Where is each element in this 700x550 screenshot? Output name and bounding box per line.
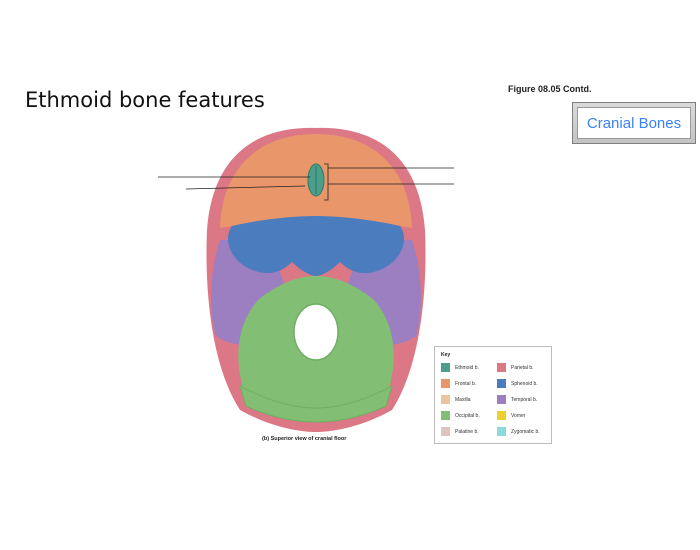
figure-caption: (b) Superior view of cranial floor <box>262 436 346 442</box>
key-item-zygomatic: Zygomatic b. <box>497 427 540 436</box>
key-swatch <box>441 427 450 436</box>
key-item-sphenoid: Sphenoid b. <box>497 379 538 388</box>
key-swatch <box>497 379 506 388</box>
key-title: Key <box>441 352 451 358</box>
key-item-maxilla: Maxilla <box>441 395 471 404</box>
key-label: Zygomatic b. <box>511 428 540 435</box>
key-swatch <box>497 363 506 372</box>
key-label: Maxilla <box>455 396 471 403</box>
sphenoid-bone <box>227 216 405 276</box>
key-label: Ethmoid b. <box>455 364 479 371</box>
key-item-vomer: Vomer <box>497 411 525 420</box>
key-label: Parietal b. <box>511 364 534 371</box>
key-swatch <box>441 411 450 420</box>
key-label: Temporal b. <box>511 396 538 403</box>
key-label: Occipital b. <box>455 412 480 419</box>
key-label: Sphenoid b. <box>511 380 538 387</box>
key-label: Palatine b. <box>455 428 479 435</box>
key-label: Frontal b. <box>455 380 477 387</box>
key-item-occipital: Occipital b. <box>441 411 480 420</box>
caption-text: Superior view of cranial floor <box>270 436 347 442</box>
key-swatch <box>441 363 450 372</box>
key-label: Vomer <box>511 412 526 419</box>
cranial-floor-diagram <box>158 127 454 433</box>
key-item-palatine: Palatine b. <box>441 427 479 436</box>
key-swatch <box>441 379 450 388</box>
key-swatch <box>441 395 450 404</box>
key-item-parietal: Parietal b. <box>497 363 534 372</box>
foramen-magnum <box>293 303 339 361</box>
key-item-ethmoid: Ethmoid b. <box>441 363 479 372</box>
key-swatch <box>497 411 506 420</box>
caption-part: (b) <box>262 436 270 442</box>
color-key: Key Ethmoid b. Frontal b. Maxilla Occipi… <box>434 346 552 444</box>
key-item-frontal: Frontal b. <box>441 379 476 388</box>
key-item-temporal: Temporal b. <box>497 395 537 404</box>
key-swatch <box>497 395 506 404</box>
key-swatch <box>497 427 506 436</box>
